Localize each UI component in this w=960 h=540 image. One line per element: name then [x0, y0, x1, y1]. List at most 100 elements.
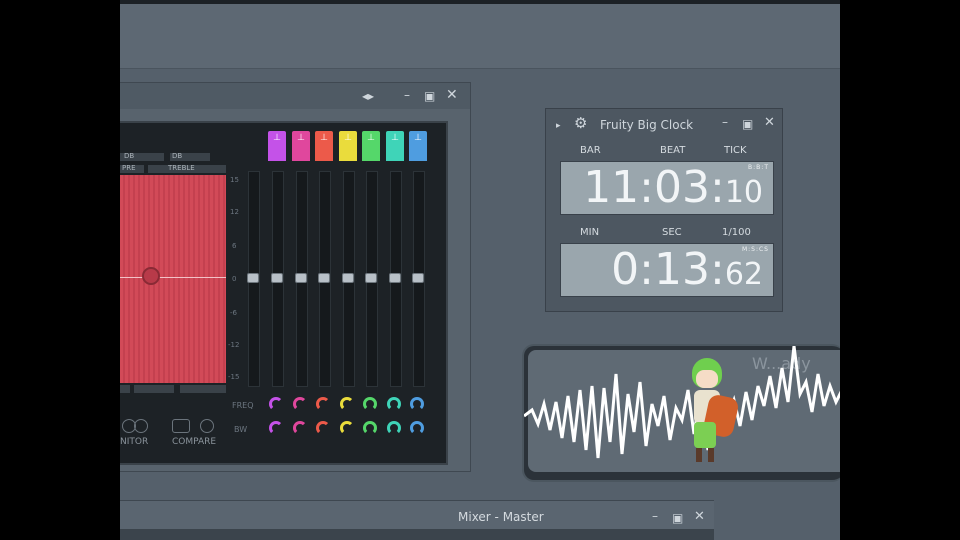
mixer-title: Mixer - Master	[458, 510, 544, 524]
maximize-icon[interactable]: ▣	[742, 117, 753, 131]
slider-thumb[interactable]	[247, 273, 259, 283]
band-5-bw-knob[interactable]	[363, 421, 377, 435]
compare-toggle[interactable]	[172, 419, 190, 433]
band-5-gain-slider[interactable]	[365, 171, 378, 387]
close-icon[interactable]: ✕	[764, 116, 775, 130]
mini-label: TREBLE	[168, 164, 195, 172]
mini-label: PRE	[122, 164, 136, 172]
row-label: BW	[234, 425, 248, 434]
band-1-filter-icon: ⊥	[273, 133, 281, 143]
monitor-toggle-2[interactable]	[134, 419, 148, 433]
scale-label: 0	[232, 275, 237, 283]
band-1-bw-knob[interactable]	[269, 421, 283, 435]
band-7-filter-icon: ⊥	[414, 133, 422, 143]
slider-thumb[interactable]	[295, 273, 307, 283]
clock-title: Fruity Big Clock	[600, 118, 694, 132]
mixer-window[interactable]: Mixer - Master – ▣ ✕	[120, 500, 714, 540]
eq-xy-pad[interactable]	[120, 175, 226, 383]
slider-thumb[interactable]	[389, 273, 401, 283]
band-7-freq-knob[interactable]	[410, 397, 424, 411]
band-4-freq-knob[interactable]	[340, 397, 354, 411]
gear-icon[interactable]: ⚙	[574, 116, 587, 131]
scale-label: 12	[230, 208, 239, 216]
maximize-icon[interactable]: ▣	[424, 89, 435, 103]
scale-label: 15	[230, 176, 239, 184]
center-line	[120, 277, 226, 278]
minimize-icon[interactable]: –	[722, 115, 728, 129]
band-5-freq-knob[interactable]	[363, 397, 377, 411]
monitor-button[interactable]: NITOR	[120, 437, 148, 447]
minimize-icon[interactable]: –	[404, 88, 410, 102]
wave-visualizer: W...ady	[522, 344, 840, 482]
band-2-bw-knob[interactable]	[293, 421, 307, 435]
mini-header	[120, 385, 130, 393]
band-3-bw-knob[interactable]	[316, 421, 330, 435]
compare-button[interactable]: COMPARE	[172, 437, 216, 447]
time-display[interactable]: M:S:CS 0:13:62	[560, 243, 774, 297]
scale-label: -12	[228, 341, 240, 349]
slider-thumb[interactable]	[342, 273, 354, 283]
scale-label: -15	[228, 373, 240, 381]
slider-thumb[interactable]	[365, 273, 377, 283]
row-label: FREQ	[232, 401, 254, 410]
band-6-header[interactable]: ⊥	[386, 131, 404, 161]
mixer-body	[120, 529, 714, 540]
desktop-area: ◂▸ – ▣ ✕ DB DB PRE TREBLE 15 12 6 0 -6 -…	[120, 0, 840, 540]
band-1-header[interactable]: ⊥	[268, 131, 286, 161]
band-4-filter-icon: ⊥	[344, 133, 352, 143]
eq-panel: DB DB PRE TREBLE 15 12 6 0 -6 -12 -15 ⊥ …	[120, 121, 448, 465]
minimize-icon[interactable]: –	[652, 509, 658, 523]
slider-thumb[interactable]	[318, 273, 330, 283]
band-3-freq-knob[interactable]	[316, 397, 330, 411]
hundredths-label: 1/100	[722, 227, 751, 238]
band-1-gain-slider[interactable]	[271, 171, 284, 387]
min-label: MIN	[580, 227, 600, 238]
band-4-bw-knob[interactable]	[340, 421, 354, 435]
big-clock-window[interactable]: ▸ ⚙ Fruity Big Clock – ▣ ✕ BAR BEAT TICK…	[545, 108, 783, 312]
band-5-header[interactable]: ⊥	[362, 131, 380, 161]
close-icon[interactable]: ✕	[446, 88, 458, 102]
band-2-freq-knob[interactable]	[293, 397, 307, 411]
slider-thumb[interactable]	[271, 273, 283, 283]
band-7-header[interactable]: ⊥	[409, 131, 427, 161]
band-2-header[interactable]: ⊥	[292, 131, 310, 161]
menu-arrow-icon[interactable]: ▸	[556, 119, 561, 133]
mini-header	[134, 385, 174, 393]
band-3-filter-icon: ⊥	[320, 133, 328, 143]
band-7-bw-knob[interactable]	[410, 421, 424, 435]
band-5-filter-icon: ⊥	[367, 133, 375, 143]
scale-label: 6	[232, 242, 237, 250]
band-3-header[interactable]: ⊥	[315, 131, 333, 161]
band-2-gain-slider[interactable]	[295, 171, 308, 387]
arrows-icon[interactable]: ◂▸	[362, 89, 374, 103]
slider-thumb[interactable]	[412, 273, 424, 283]
mini-label: DB	[172, 152, 183, 160]
band-6-filter-icon: ⊥	[391, 133, 399, 143]
eq-plugin-window[interactable]: ◂▸ – ▣ ✕ DB DB PRE TREBLE 15 12 6 0 -6 -…	[120, 82, 471, 472]
band-4-header[interactable]: ⊥	[339, 131, 357, 161]
song-position-digits: 11:03:10	[583, 162, 763, 213]
sec-label: SEC	[662, 227, 682, 238]
band-6-gain-slider[interactable]	[389, 171, 402, 387]
master-gain-slider[interactable]	[247, 171, 260, 387]
tick-label: TICK	[724, 145, 747, 156]
bar-label: BAR	[580, 145, 601, 156]
band-7-gain-slider[interactable]	[412, 171, 425, 387]
plugin-titlebar[interactable]: ◂▸ – ▣ ✕	[120, 83, 470, 109]
mini-label: DB	[124, 152, 135, 160]
band-4-gain-slider[interactable]	[342, 171, 355, 387]
scale-label: -6	[230, 309, 237, 317]
time-digits: 0:13:62	[611, 244, 763, 295]
maximize-icon[interactable]: ▣	[672, 511, 683, 525]
band-6-bw-knob[interactable]	[387, 421, 401, 435]
mascot-image	[684, 356, 740, 466]
band-1-freq-knob[interactable]	[269, 397, 283, 411]
band-6-freq-knob[interactable]	[387, 397, 401, 411]
song-position-display[interactable]: B:B:T 11:03:10	[560, 161, 774, 215]
pad-handle[interactable]	[142, 267, 160, 285]
band-3-gain-slider[interactable]	[318, 171, 331, 387]
compare-toggle-2[interactable]	[200, 419, 214, 433]
band-2-filter-icon: ⊥	[297, 133, 305, 143]
waveform	[524, 346, 840, 459]
close-icon[interactable]: ✕	[694, 510, 705, 524]
